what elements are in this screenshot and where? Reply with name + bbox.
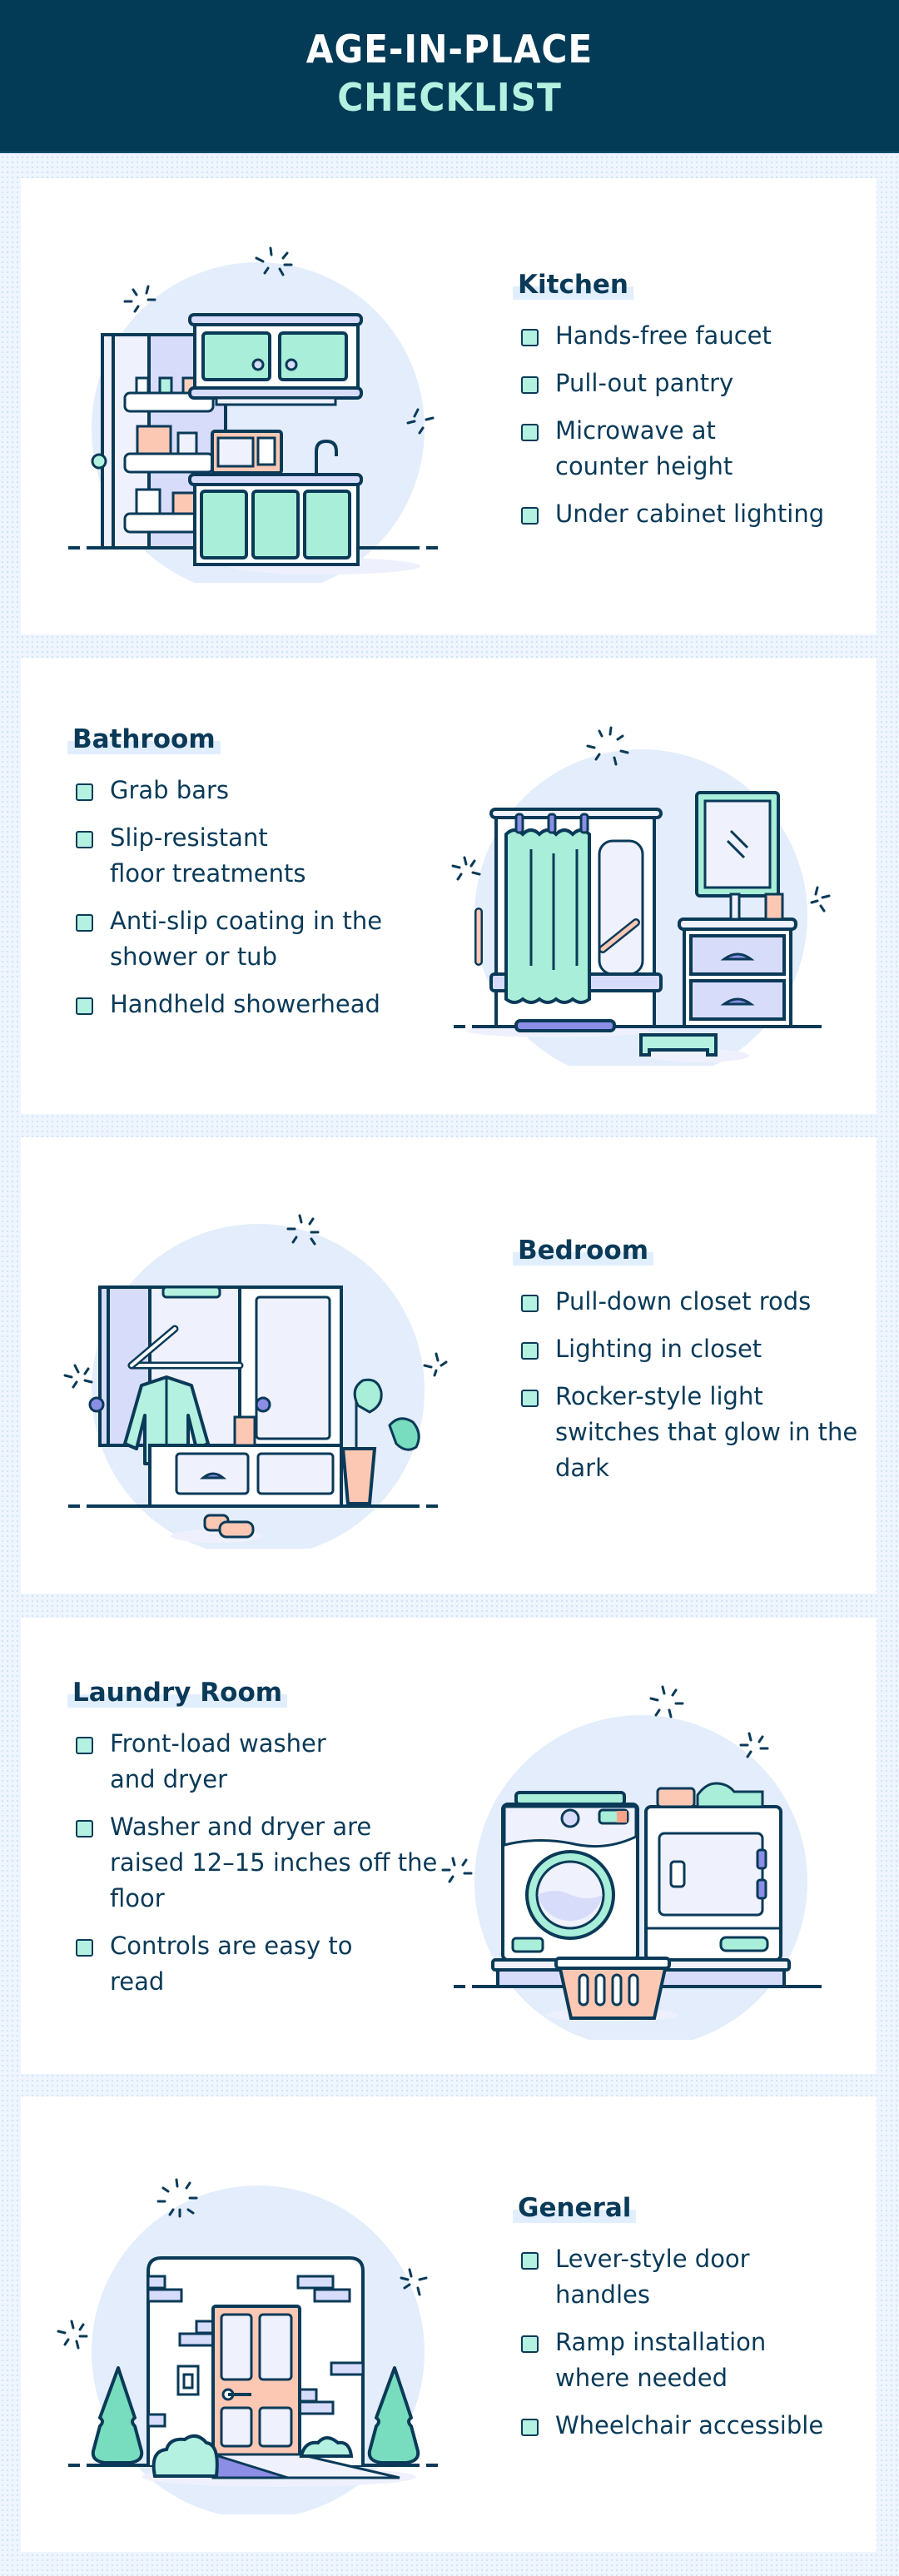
kitchen-illustration <box>50 233 466 583</box>
section-title: General <box>513 2193 637 2223</box>
section-title: Bathroom <box>67 724 221 754</box>
bathroom-illustration <box>433 716 849 1066</box>
header-banner: AGE-IN-PLACE CHECKLIST <box>0 0 899 153</box>
bathroom-card: Bathroom Grab bars Slip-resistant floor … <box>21 658 877 1114</box>
item-label: Washer and dryer are raised 12–15 inches… <box>110 1813 438 1912</box>
checklist-item[interactable]: Under cabinet lighting <box>518 496 867 532</box>
checkbox-icon[interactable] <box>76 1939 93 1957</box>
item-label: Anti-slip coating in the shower or tub <box>110 907 383 971</box>
checkbox-icon[interactable] <box>76 914 93 932</box>
checklist-item[interactable]: Pull-out pantry <box>518 366 867 401</box>
checkbox-icon[interactable] <box>76 997 93 1015</box>
section-title: Laundry Room <box>67 1678 288 1708</box>
title-line-1: AGE-IN-PLACE <box>305 27 594 72</box>
checklist-item[interactable]: Wheelchair accessible <box>518 2408 867 2444</box>
item-label: Under cabinet lighting <box>555 500 825 528</box>
checklist-item[interactable]: Washer and dryer are raised 12–15 inches… <box>72 1809 443 1917</box>
checkbox-icon[interactable] <box>521 1342 539 1360</box>
checkbox-icon[interactable] <box>76 1820 93 1838</box>
item-label: Handheld showerhead <box>110 990 380 1018</box>
item-label: Hands-free faucet <box>555 321 772 350</box>
checklist-item[interactable]: Lever-style door handles <box>518 2241 780 2313</box>
checklist-item[interactable]: Front-load washer and dryer <box>72 1726 368 1798</box>
checklist: Hands-free faucet Pull-out pantry Microw… <box>518 318 867 532</box>
title-line-2: CHECKLIST <box>337 75 562 120</box>
item-label: Pull-out pantry <box>555 369 734 397</box>
bedroom-card: Bedroom Pull-down closet rods Lighting i… <box>21 1137 877 1594</box>
checkbox-icon[interactable] <box>521 1295 539 1312</box>
item-label: Microwave at counter height <box>555 416 733 480</box>
general-section: General Lever-style door handles Ramp in… <box>513 2193 867 2455</box>
house-entrance-illustration <box>50 2165 466 2514</box>
checklist-item[interactable]: Slip-resistant floor treatments <box>72 820 326 892</box>
checkbox-icon[interactable] <box>76 831 93 848</box>
checklist-item[interactable]: Ramp installation where needed <box>518 2325 797 2396</box>
item-label: Lighting in closet <box>555 1335 762 1363</box>
item-label: Grab bars <box>110 776 230 804</box>
checklist-item[interactable]: Pull-down closet rods <box>518 1284 867 1320</box>
checklist: Grab bars Slip-resistant floor treatment… <box>72 773 422 1022</box>
general-card: General Lever-style door handles Ramp in… <box>21 2096 877 2552</box>
checkbox-icon[interactable] <box>521 329 539 346</box>
kitchen-card: Kitchen Hands-free faucet Pull-out pantr… <box>21 178 877 634</box>
checklist-item[interactable]: Lighting in closet <box>518 1331 867 1367</box>
kitchen-section: Kitchen Hands-free faucet Pull-out pantr… <box>513 270 867 544</box>
item-label: Controls are easy to read <box>110 1932 353 1996</box>
checkbox-icon[interactable] <box>521 376 539 394</box>
item-label: Lever-style door handles <box>555 2245 750 2309</box>
checklist: Pull-down closet rods Lighting in closet… <box>518 1284 867 1486</box>
checkbox-icon[interactable] <box>521 1390 539 1407</box>
checklist-item[interactable]: Rocker-style light switches that glow in… <box>518 1379 863 1486</box>
checklist-item[interactable]: Anti-slip coating in the shower or tub <box>72 903 435 975</box>
checkbox-icon[interactable] <box>521 2252 539 2270</box>
item-label: Front-load washer and dryer <box>110 1729 326 1793</box>
checkbox-icon[interactable] <box>521 2419 539 2436</box>
checklist-item[interactable]: Grab bars <box>72 773 422 808</box>
checklist: Front-load washer and dryer Washer and d… <box>72 1726 437 2000</box>
bedroom-section: Bedroom Pull-down closet rods Lighting i… <box>513 1236 867 1498</box>
checklist-item[interactable]: Handheld showerhead <box>72 987 422 1022</box>
item-label: Slip-resistant floor treatments <box>110 823 306 888</box>
checklist-item[interactable]: Microwave at counter height <box>518 413 747 485</box>
checkbox-icon[interactable] <box>76 783 93 801</box>
laundry-card: Laundry Room Front-load washer and dryer… <box>21 1618 877 2074</box>
laundry-section: Laundry Room Front-load washer and dryer… <box>67 1678 437 2012</box>
item-label: Wheelchair accessible <box>555 2411 824 2439</box>
section-title: Bedroom <box>513 1236 654 1266</box>
checkbox-icon[interactable] <box>521 424 539 441</box>
item-label: Ramp installation where needed <box>555 2328 767 2392</box>
checkbox-icon[interactable] <box>76 1737 93 1754</box>
washer-dryer-illustration <box>433 1673 849 2040</box>
checklist-item[interactable]: Controls are easy to read <box>72 1928 368 2000</box>
bathroom-section: Bathroom Grab bars Slip-resistant floor … <box>67 724 422 1034</box>
section-title: Kitchen <box>513 270 634 300</box>
bedroom-closet-illustration <box>50 1199 466 1549</box>
checklist: Lever-style door handles Ramp installati… <box>518 2241 867 2444</box>
item-label: Rocker-style light switches that glow in… <box>555 1382 858 1482</box>
checkbox-icon[interactable] <box>521 2335 539 2353</box>
item-label: Pull-down closet rods <box>555 1287 812 1315</box>
checkbox-icon[interactable] <box>521 507 539 525</box>
checklist-item[interactable]: Hands-free faucet <box>518 318 867 354</box>
